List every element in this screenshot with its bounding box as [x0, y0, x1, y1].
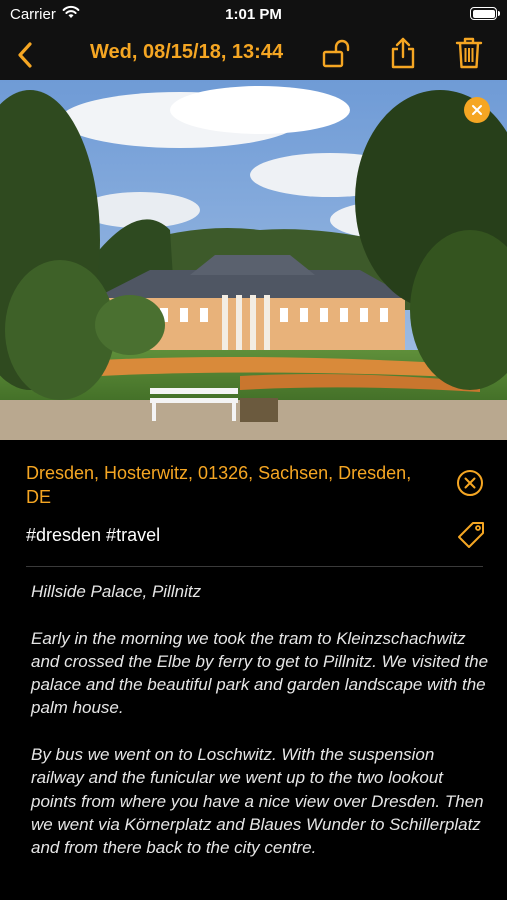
- tag-icon[interactable]: [456, 520, 486, 550]
- entry-photo[interactable]: [0, 80, 507, 440]
- entry-date-title[interactable]: Wed, 08/15/18, 13:44: [90, 41, 283, 64]
- remove-photo-button[interactable]: [464, 97, 490, 123]
- battery-icon: [470, 7, 500, 20]
- note-paragraph: Hillside Palace, Pillnitz: [31, 582, 202, 601]
- status-bar: Carrier 1:01 PM: [0, 0, 507, 30]
- divider: [26, 566, 483, 567]
- tags-text[interactable]: #dresden #travel: [26, 525, 160, 546]
- share-icon[interactable]: [388, 36, 418, 70]
- chevron-left-icon[interactable]: [14, 40, 36, 70]
- note-paragraph: Early in the morning we took the tram to…: [31, 628, 489, 718]
- note-paragraph: By bus we went on to Loschwitz. With the…: [31, 745, 484, 858]
- trash-icon[interactable]: [455, 36, 483, 70]
- entry-note[interactable]: Hillside Palace, Pillnitz Early in the m…: [31, 580, 491, 883]
- location-text[interactable]: Dresden, Hosterwitz, 01326, Sachsen, Dre…: [26, 461, 426, 509]
- unlock-icon[interactable]: [322, 38, 352, 70]
- close-icon: [472, 105, 482, 115]
- clear-location-icon[interactable]: [456, 469, 484, 497]
- status-time: 1:01 PM: [225, 6, 282, 23]
- nav-bar: Wed, 08/15/18, 13:44: [0, 30, 507, 80]
